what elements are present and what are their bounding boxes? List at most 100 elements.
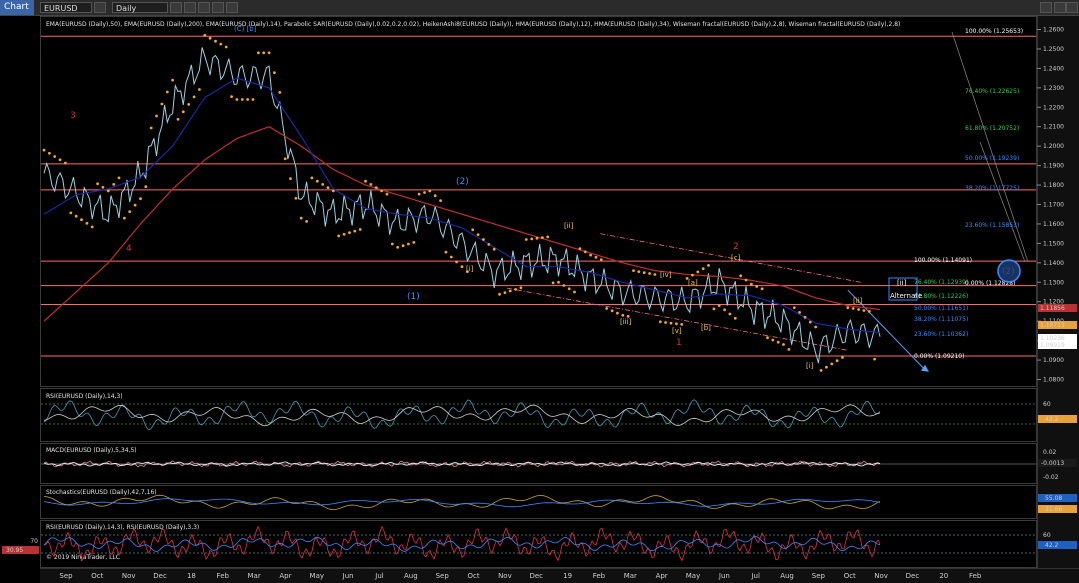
sar-dot bbox=[176, 117, 180, 121]
price-tick-label-18: 1.0800 bbox=[1043, 377, 1064, 384]
sar-dot bbox=[273, 71, 276, 74]
sar-dot bbox=[401, 244, 405, 248]
sar-dot bbox=[867, 310, 871, 313]
sar-dot bbox=[605, 307, 609, 310]
sar-dot bbox=[96, 182, 99, 186]
sar-dot bbox=[192, 95, 196, 99]
wave-label-4: (1) bbox=[407, 292, 420, 302]
sar-dot bbox=[583, 250, 587, 254]
sar-dot bbox=[835, 359, 839, 363]
sar-dot bbox=[369, 183, 373, 186]
rsi-legend: RSI(EURUSD (Daily),14,3) bbox=[46, 393, 123, 400]
date-label-24: Sep bbox=[812, 572, 826, 580]
sar-dot bbox=[460, 265, 464, 269]
sar-dot bbox=[669, 321, 673, 325]
stoch-legend: Stochastics(EURUSD (Daily),42,7,16) bbox=[46, 489, 157, 496]
sar-dot bbox=[58, 158, 62, 162]
fib-left-label-5: 23.60% (1.15853) bbox=[965, 222, 1019, 229]
sar-dot bbox=[374, 186, 378, 190]
fib-right-label-3: 50.00% (1.11651) bbox=[914, 305, 968, 312]
wave-label-10: 1 bbox=[676, 338, 682, 348]
date-label-28: 20 bbox=[939, 572, 948, 580]
date-label-5: Feb bbox=[217, 572, 230, 580]
sar-dot bbox=[246, 98, 250, 101]
date-label-1: Oct bbox=[91, 572, 103, 580]
price-tick-label-0: 1.2600 bbox=[1043, 27, 1064, 34]
price-tick-label-17: 1.0900 bbox=[1043, 357, 1064, 364]
sar-dot bbox=[358, 228, 362, 231]
wave-label-0: (C) [b] bbox=[234, 25, 257, 33]
rsi2-badge: 42.2 bbox=[1045, 542, 1059, 549]
fib-right-label-5: 23.60% (1.10362) bbox=[914, 331, 968, 338]
sar-dot bbox=[396, 245, 400, 249]
date-label-21: Jun bbox=[718, 572, 730, 580]
sar-dot bbox=[337, 234, 341, 238]
sar-dot bbox=[165, 90, 169, 94]
date-label-29: Feb bbox=[969, 572, 982, 580]
sar-dot bbox=[728, 312, 732, 316]
date-label-0: Sep bbox=[59, 572, 73, 580]
date-label-3: Dec bbox=[153, 572, 167, 580]
sar-dot bbox=[321, 183, 325, 186]
sar-dot bbox=[599, 258, 603, 261]
fib-left-label-1: 76.40% (1.22625) bbox=[965, 88, 1019, 95]
rsi2-tick-60: 60 bbox=[1043, 532, 1051, 539]
series-0 bbox=[43, 47, 881, 364]
sar-dot bbox=[707, 264, 710, 267]
sar-dot bbox=[760, 287, 764, 291]
date-label-13: Oct bbox=[467, 572, 479, 580]
price-tick-label-10: 1.1600 bbox=[1043, 221, 1064, 228]
wave-label-16: [ii] bbox=[853, 297, 863, 305]
sar-dot bbox=[851, 307, 855, 310]
sar-dot bbox=[632, 269, 635, 272]
date-label-25: Oct bbox=[844, 572, 856, 580]
rsi2-slow-line bbox=[43, 536, 881, 552]
sar-dot bbox=[846, 306, 850, 309]
sar-dot bbox=[610, 309, 614, 313]
price-tick-label-9: 1.1700 bbox=[1043, 202, 1064, 209]
sar-dot bbox=[616, 311, 619, 315]
macd-badge: -0.0013 bbox=[1041, 460, 1064, 467]
wave-label-8: [iv] bbox=[660, 271, 672, 279]
rsi-tick-60: 60 bbox=[1043, 401, 1051, 408]
sar-dot bbox=[766, 336, 769, 340]
price-badge-0: 1.11856 bbox=[1040, 305, 1065, 312]
rsi-panel bbox=[40, 388, 1037, 442]
sar-dot bbox=[675, 322, 678, 326]
rsi-badge: 42.2 bbox=[1045, 416, 1059, 423]
sar-dot bbox=[240, 98, 244, 101]
fib-left-label-3: 50.00% (1.19239) bbox=[965, 155, 1019, 162]
sar-dot bbox=[557, 280, 560, 284]
sar-dot bbox=[487, 243, 491, 246]
copyright: © 2019 NinjaTrader, LLC bbox=[46, 554, 120, 561]
sar-dot bbox=[42, 148, 46, 152]
sar-dot bbox=[455, 260, 458, 264]
sar-dot bbox=[348, 231, 351, 235]
price-badge-3: 1.09919 bbox=[1040, 342, 1065, 349]
sar-dot bbox=[819, 369, 823, 372]
wave-label-9: [v] bbox=[672, 327, 682, 335]
sar-dot bbox=[680, 323, 684, 326]
sar-dot bbox=[353, 229, 357, 233]
sar-dot bbox=[696, 270, 700, 274]
sar-dot bbox=[476, 233, 480, 237]
sar-dot bbox=[257, 51, 260, 55]
wave-label-7: [iii] bbox=[620, 318, 632, 326]
sar-dot bbox=[332, 189, 335, 193]
series-1 bbox=[43, 126, 881, 322]
wave-label-13: [c] bbox=[731, 254, 741, 262]
fib-right-label-6: 0.00% (1.09210) bbox=[914, 353, 964, 360]
sar-dot bbox=[642, 271, 646, 274]
sar-dot bbox=[862, 309, 866, 312]
sar-dot bbox=[830, 362, 834, 366]
price-tick-label-12: 1.1400 bbox=[1043, 260, 1064, 267]
sar-dot bbox=[808, 320, 812, 324]
sar-dot bbox=[873, 357, 876, 361]
sar-dot bbox=[123, 216, 126, 220]
date-label-2: Nov bbox=[122, 572, 136, 580]
price-tick-label-3: 1.2300 bbox=[1043, 85, 1064, 92]
sar-dot bbox=[433, 194, 437, 198]
chart-canvas[interactable]: EMA(EURUSD (Daily),50), EMA(EURUSD (Dail… bbox=[0, 0, 1079, 582]
sar-dot bbox=[80, 218, 83, 222]
sar-dot bbox=[589, 253, 592, 257]
